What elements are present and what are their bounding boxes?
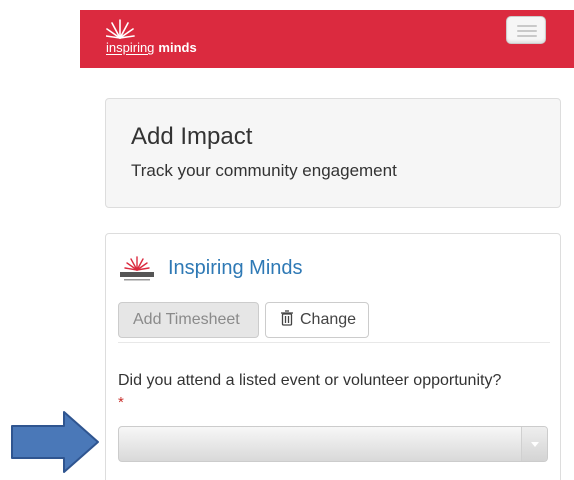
sunburst-logo-icon: [106, 19, 135, 39]
menu-toggle-button[interactable]: [506, 16, 546, 44]
change-button-label: Change: [300, 311, 357, 328]
required-marker: *: [118, 394, 124, 411]
brand-logo[interactable]: inspiring minds: [106, 18, 236, 60]
add-timesheet-button[interactable]: Add Timesheet: [118, 302, 259, 338]
select-toggle[interactable]: [521, 427, 547, 461]
hamburger-menu-icon: [517, 30, 537, 32]
arrow-right-icon: [11, 411, 99, 473]
trash-icon: [281, 310, 293, 326]
attendance-select[interactable]: [118, 426, 548, 462]
form-divider: [118, 342, 550, 343]
organization-name[interactable]: Inspiring Minds: [168, 257, 303, 280]
impact-form-panel: Inspiring Minds Add Timesheet Change Did…: [105, 233, 561, 480]
page-header-panel: Add Impact Track your community engageme…: [105, 98, 561, 208]
brand-text-bold: minds: [158, 40, 197, 55]
top-navbar: inspiring minds: [80, 10, 574, 68]
attendance-question-label: Did you attend a listed event or volunte…: [118, 372, 502, 389]
change-button[interactable]: Change: [265, 302, 369, 338]
page-subtitle: Track your community engagement: [131, 161, 397, 180]
brand-text-light: inspiring: [106, 40, 155, 55]
hamburger-menu-icon: [517, 35, 537, 37]
chevron-down-icon: [531, 442, 539, 447]
page-title: Add Impact: [131, 123, 253, 150]
brand-wordmark: inspiring minds: [106, 40, 197, 56]
hamburger-menu-icon: [517, 25, 537, 27]
organization-logo-icon: [120, 256, 154, 281]
